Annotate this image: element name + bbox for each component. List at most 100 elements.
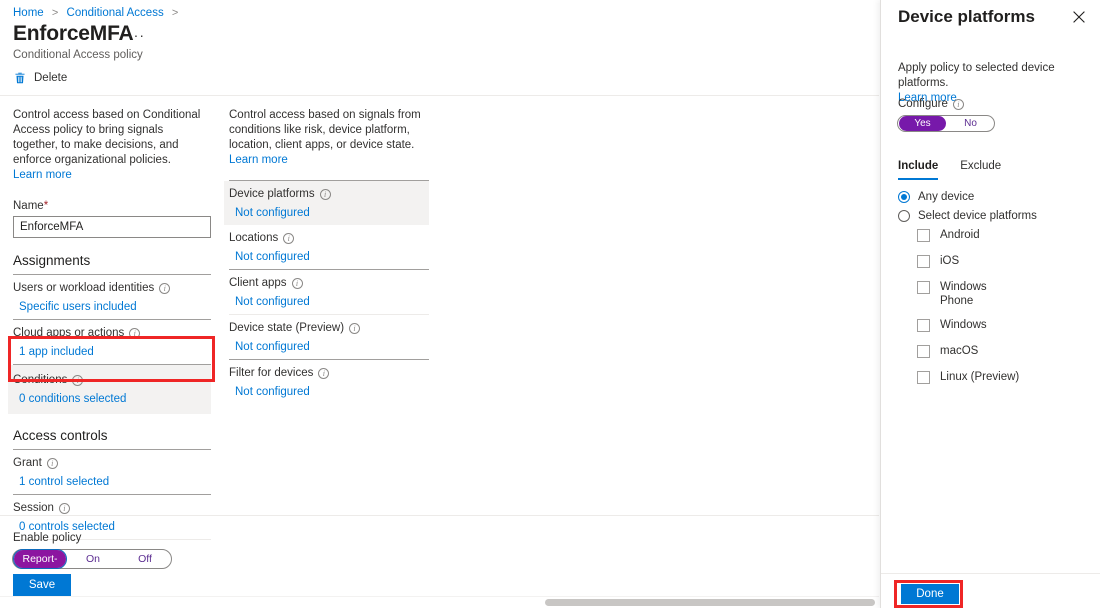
checkbox-label-windows-phone: Windows Phone [940,280,997,308]
configure-toggle[interactable]: Yes No [897,115,995,132]
checkbox-row-windows-phone[interactable]: Windows Phone [917,280,997,308]
enable-policy-option-off[interactable]: Off [119,550,171,568]
info-icon[interactable]: i [349,323,360,334]
enable-policy-option-report-only[interactable]: Report-only [14,550,66,568]
access-session-title: Session i [13,502,211,514]
name-required-mark: * [44,200,48,212]
assignment-conditions-title: Conditions i [13,374,211,386]
radio-any-device-label: Any device [918,191,974,203]
configure-label-text: Configure [898,98,948,110]
info-icon[interactable]: i [953,99,964,110]
info-icon[interactable]: i [129,328,140,339]
condition-device-platforms[interactable]: Device platforms i Not configured [224,181,429,225]
configure-option-yes[interactable]: Yes [899,116,946,131]
condition-locations-title: Locations i [229,232,429,244]
assignment-conditions-value[interactable]: 0 conditions selected [13,393,211,405]
checkbox-icon-android[interactable] [917,229,930,242]
info-icon[interactable]: i [283,233,294,244]
condition-device-state-title: Device state (Preview) i [229,322,429,334]
page-subtitle: Conditional Access policy [13,49,143,61]
checkbox-row-macos[interactable]: macOS [917,344,978,358]
info-icon[interactable]: i [47,458,58,469]
info-icon[interactable]: i [159,283,170,294]
assignment-conditions[interactable]: Conditions i 0 conditions selected [8,365,211,414]
configure-option-no[interactable]: No [947,116,994,131]
enable-policy-toggle[interactable]: Report-only On Off [12,549,172,569]
delete-button[interactable]: Delete [13,71,67,85]
left-learn-more-link[interactable]: Learn more [13,169,72,181]
trash-icon [13,71,27,85]
info-icon[interactable]: i [318,368,329,379]
assignments-heading: Assignments [13,253,211,274]
tab-exclude[interactable]: Exclude [960,160,1001,180]
radio-icon-select-device-platforms[interactable] [898,210,910,222]
assignment-cloud-apps[interactable]: Cloud apps or actions i 1 app included [13,320,211,364]
device-platforms-panel: Device platforms Apply policy to selecte… [880,0,1100,608]
checkbox-label-linux: Linux (Preview) [940,370,1019,384]
checkbox-icon-windows-phone[interactable] [917,281,930,294]
condition-device-platforms-label: Device platforms [229,188,315,200]
condition-locations[interactable]: Locations i Not configured [229,225,429,269]
access-grant[interactable]: Grant i 1 control selected [13,450,211,494]
radio-select-device-platforms[interactable]: Select device platforms [898,210,1037,222]
panel-title: Device platforms [898,7,1035,27]
condition-client-apps-title: Client apps i [229,277,429,289]
checkbox-row-ios[interactable]: iOS [917,254,959,268]
panel-description-text: Apply policy to selected device platform… [898,62,1055,89]
horizontal-scrollbar[interactable] [0,596,879,608]
close-icon[interactable] [1071,9,1087,25]
checkbox-row-linux[interactable]: Linux (Preview) [917,370,1019,384]
breadcrumb-item-conditional-access[interactable]: Conditional Access [67,7,164,19]
condition-device-state[interactable]: Device state (Preview) i Not configured [229,315,429,359]
assignment-users-value[interactable]: Specific users included [13,301,211,313]
name-input[interactable] [13,216,211,238]
access-grant-label: Grant [13,457,42,469]
breadcrumb-item-home[interactable]: Home [13,7,44,19]
condition-client-apps[interactable]: Client apps i Not configured [229,270,429,314]
assignment-users-title: Users or workload identities i [13,282,211,294]
info-icon[interactable]: i [320,189,331,200]
checkbox-icon-ios[interactable] [917,255,930,268]
condition-device-state-label: Device state (Preview) [229,322,344,334]
assignment-users-label: Users or workload identities [13,282,154,294]
info-icon[interactable]: i [72,375,83,386]
horizontal-scrollbar-thumb[interactable] [545,599,875,606]
enable-policy-option-on[interactable]: On [67,550,119,568]
assignment-cloud-apps-value[interactable]: 1 app included [13,346,211,358]
save-button[interactable]: Save [13,574,71,596]
checkbox-row-android[interactable]: Android [917,228,980,242]
checkbox-icon-linux[interactable] [917,371,930,384]
checkbox-icon-windows[interactable] [917,319,930,332]
info-icon[interactable]: i [59,503,70,514]
condition-device-state-value[interactable]: Not configured [229,341,429,353]
condition-filter-for-devices-value[interactable]: Not configured [229,386,429,398]
left-description-text: Control access based on Conditional Acce… [13,109,200,166]
include-exclude-tabs: Include Exclude [898,160,1001,180]
info-icon[interactable]: i [292,278,303,289]
azure-conditional-access-page: Home > Conditional Access > EnforceMFA ·… [0,0,1100,608]
radio-icon-any-device[interactable] [898,191,910,203]
delete-label: Delete [34,72,67,84]
enable-policy-label: Enable policy [13,532,81,544]
footer-divider [0,515,879,516]
more-options-button[interactable]: ··· [128,30,145,40]
panel-footer-divider [881,573,1100,574]
name-label-text: Name [13,200,44,212]
condition-filter-for-devices[interactable]: Filter for devices i Not configured [229,360,429,404]
condition-locations-value[interactable]: Not configured [229,251,429,263]
radio-any-device[interactable]: Any device [898,191,974,203]
condition-locations-label: Locations [229,232,278,244]
policy-main-area: Home > Conditional Access > EnforceMFA ·… [0,0,879,608]
assignment-users[interactable]: Users or workload identities i Specific … [13,275,211,319]
conditions-learn-more-link[interactable]: Learn more [229,154,288,166]
access-controls-heading: Access controls [13,428,211,449]
tab-include[interactable]: Include [898,160,938,180]
done-button[interactable]: Done [901,584,959,604]
condition-client-apps-value[interactable]: Not configured [229,296,429,308]
checkbox-label-android: Android [940,228,980,242]
access-grant-value[interactable]: 1 control selected [13,476,211,488]
checkbox-row-windows[interactable]: Windows [917,318,987,332]
checkbox-label-macos: macOS [940,344,978,358]
condition-device-platforms-value[interactable]: Not configured [229,207,424,219]
checkbox-icon-macos[interactable] [917,345,930,358]
